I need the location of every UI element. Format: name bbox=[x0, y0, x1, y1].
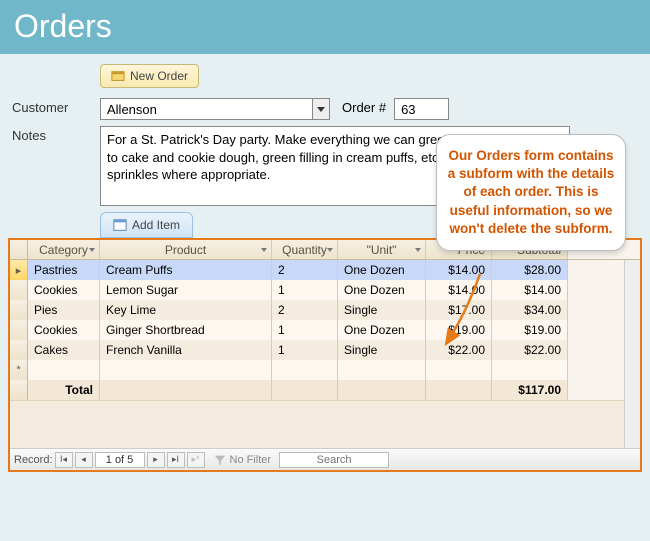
form-body: New Order Customer Order # Notes For a S… bbox=[0, 54, 650, 541]
table-row[interactable]: CookiesGinger Shortbread1One Dozen $19.00… bbox=[10, 320, 624, 340]
row-selector[interactable] bbox=[10, 300, 28, 320]
cell-quantity[interactable]: 1 bbox=[272, 280, 338, 300]
col-product[interactable]: Product bbox=[100, 240, 272, 259]
col-quantity[interactable]: Quantity bbox=[272, 240, 338, 259]
customer-dropdown-button[interactable] bbox=[312, 99, 329, 119]
sort-icon bbox=[89, 248, 95, 252]
cell-product[interactable]: Cream Puffs bbox=[100, 260, 272, 280]
cell-product[interactable]: Key Lime bbox=[100, 300, 272, 320]
order-no-field[interactable] bbox=[394, 98, 449, 120]
cell-unit[interactable]: Single bbox=[338, 300, 426, 320]
nav-search[interactable] bbox=[279, 452, 389, 468]
order-no-label: Order # bbox=[342, 98, 386, 115]
cell-unit[interactable]: One Dozen bbox=[338, 280, 426, 300]
subform-highlight: Category Product Quantity "Unit" Price S… bbox=[8, 238, 642, 472]
sort-icon bbox=[261, 248, 267, 252]
new-order-label: New Order bbox=[130, 69, 188, 83]
cell-subtotal[interactable]: $14.00 bbox=[492, 280, 568, 300]
sort-icon bbox=[415, 248, 421, 252]
nav-last-button[interactable]: ▸І bbox=[167, 452, 185, 468]
row-selector[interactable] bbox=[10, 280, 28, 300]
table-row[interactable]: PiesKey Lime2Single$17.00$34.00 bbox=[10, 300, 624, 320]
cell-subtotal[interactable]: $19.00 bbox=[492, 320, 568, 340]
cell-subtotal[interactable]: $22.00 bbox=[492, 340, 568, 360]
cell-product[interactable]: French Vanilla bbox=[100, 340, 272, 360]
order-no-input[interactable] bbox=[395, 99, 448, 119]
nav-new-button[interactable]: ▸* bbox=[187, 452, 205, 468]
add-item-icon bbox=[113, 218, 127, 232]
cell-quantity[interactable]: 1 bbox=[272, 340, 338, 360]
cell-category[interactable]: Cakes bbox=[28, 340, 100, 360]
record-navigator: Record: І◂ ◂ ▸ ▸І ▸* No Filter bbox=[10, 448, 640, 470]
add-item-button[interactable]: Add Item bbox=[100, 212, 193, 238]
cell-unit[interactable]: One Dozen bbox=[338, 320, 426, 340]
customer-label: Customer bbox=[0, 98, 100, 115]
nav-filter[interactable]: No Filter bbox=[213, 453, 272, 467]
cell-subtotal[interactable]: $34.00 bbox=[492, 300, 568, 320]
page-title: Orders bbox=[14, 8, 112, 44]
add-item-label: Add Item bbox=[132, 218, 180, 232]
notes-label: Notes bbox=[0, 126, 100, 143]
annotation-callout: Our Orders form contains a subform with … bbox=[436, 134, 626, 251]
customer-input[interactable] bbox=[101, 99, 312, 119]
cell-quantity[interactable]: 2 bbox=[272, 260, 338, 280]
row-selector[interactable] bbox=[10, 320, 28, 340]
nav-prev-button[interactable]: ◂ bbox=[75, 452, 93, 468]
new-row-marker: * bbox=[10, 360, 28, 380]
new-order-icon bbox=[111, 69, 125, 83]
nav-position[interactable] bbox=[95, 452, 145, 468]
cell-unit[interactable]: Single bbox=[338, 340, 426, 360]
page-header: Orders bbox=[0, 0, 650, 54]
table-total-row: Total$117.00 bbox=[10, 380, 624, 400]
cell-product[interactable]: Lemon Sugar bbox=[100, 280, 272, 300]
filter-icon bbox=[213, 453, 227, 467]
table-new-row[interactable]: * bbox=[10, 360, 624, 380]
cell-product[interactable]: Ginger Shortbread bbox=[100, 320, 272, 340]
row-selector[interactable]: ▸ bbox=[10, 260, 28, 280]
cell-category[interactable]: Cookies bbox=[28, 320, 100, 340]
grid-scrollbar[interactable] bbox=[624, 260, 640, 448]
cell-category[interactable]: Pies bbox=[28, 300, 100, 320]
callout-text: Our Orders form contains a subform with … bbox=[448, 148, 615, 236]
cell-quantity[interactable]: 2 bbox=[272, 300, 338, 320]
table-row[interactable]: CakesFrench Vanilla1Single$22.00$22.00 bbox=[10, 340, 624, 360]
grid-empty-area bbox=[10, 400, 624, 448]
sort-icon bbox=[327, 248, 333, 252]
nav-next-button[interactable]: ▸ bbox=[147, 452, 165, 468]
col-unit[interactable]: "Unit" bbox=[338, 240, 426, 259]
cell-category[interactable]: Cookies bbox=[28, 280, 100, 300]
cell-unit[interactable]: One Dozen bbox=[338, 260, 426, 280]
callout-arrow bbox=[440, 272, 500, 352]
table-row[interactable]: ▸PastriesCream Puffs2One Dozen$14.00$28.… bbox=[10, 260, 624, 280]
row-selector-header[interactable] bbox=[10, 240, 28, 259]
cell-quantity[interactable]: 1 bbox=[272, 320, 338, 340]
row-selector[interactable] bbox=[10, 340, 28, 360]
new-order-button[interactable]: New Order bbox=[100, 64, 199, 88]
order-items-grid[interactable]: Category Product Quantity "Unit" Price S… bbox=[10, 240, 640, 448]
nav-label: Record: bbox=[14, 454, 53, 466]
chevron-down-icon bbox=[317, 107, 325, 112]
nav-first-button[interactable]: І◂ bbox=[55, 452, 73, 468]
cell-category[interactable]: Pastries bbox=[28, 260, 100, 280]
cell-subtotal[interactable]: $28.00 bbox=[492, 260, 568, 280]
customer-combobox[interactable] bbox=[100, 98, 330, 120]
col-category[interactable]: Category bbox=[28, 240, 100, 259]
table-row[interactable]: CookiesLemon Sugar1One Dozen$14.00$14.00 bbox=[10, 280, 624, 300]
